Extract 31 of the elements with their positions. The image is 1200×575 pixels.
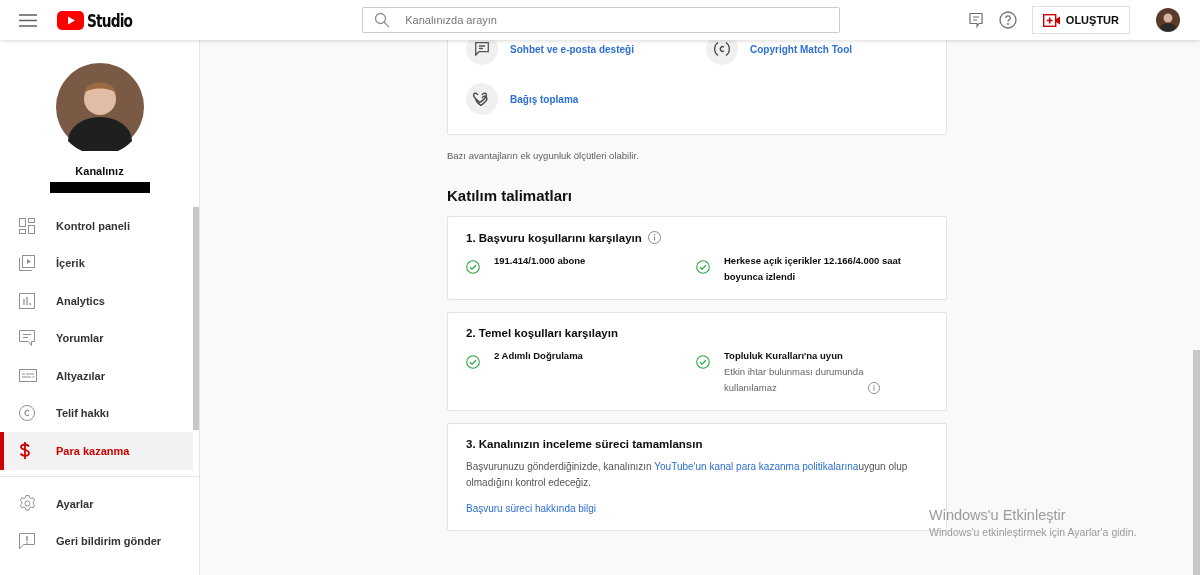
nav-item[interactable]: İçerik bbox=[0, 244, 193, 282]
create-button[interactable]: OLUŞTUR bbox=[1031, 6, 1130, 34]
activation-notice-title: Windows'u Etkinleştir bbox=[929, 507, 1067, 523]
section-heading: Katılım talimatları bbox=[447, 187, 574, 204]
benefit-link[interactable]: Bağış toplama bbox=[510, 93, 579, 105]
process-info-link[interactable]: Başvuru süreci hakkında bilgi bbox=[466, 503, 597, 514]
step-title: 3. Kanalınızın inceleme süreci tamamlansın bbox=[466, 438, 703, 450]
nav-item[interactable]: Para kazanma bbox=[0, 432, 193, 470]
benefit-link[interactable]: Copyright Match Tool bbox=[750, 43, 853, 55]
benefit-link[interactable]: Sohbet ve e-posta desteği bbox=[510, 43, 634, 55]
nav-item[interactable]: Telif hakkı bbox=[0, 394, 193, 432]
channel-label: Kanalınız bbox=[75, 165, 124, 177]
search-field[interactable]: Kanalınızda arayın bbox=[362, 7, 841, 33]
requirement-text: Herkese açık içerikler 12.166/4.000 saat boyunca izlendi bbox=[724, 254, 902, 284]
requirement-note: Etkin ihtar bulunması durumunda kullanılamaz bbox=[724, 365, 864, 395]
policy-link[interactable]: YouTube'un kanal para kazanma politikalarına bbox=[654, 461, 859, 472]
nav-item[interactable]: Yorumlar bbox=[0, 319, 193, 357]
requirement-text: Topluluk Kuralları'na uyun bbox=[724, 349, 844, 363]
logo-text: Studio bbox=[87, 9, 133, 31]
step-description: Başvurunuzu gönderdiğinizde, kanalınızın YouTube'un kanal para kazanma politikalarınauygun olup olmadığını kontrol edeceğiz. bbox=[466, 460, 909, 490]
nav-item[interactable]: Ayarlar bbox=[0, 485, 193, 523]
nav-item[interactable]: Kontrol paneli bbox=[0, 207, 193, 245]
activation-notice-text: Windows'u etkinleştirmek için Ayarlar'a gidin. bbox=[929, 526, 1137, 538]
nav-item[interactable]: Analytics bbox=[0, 282, 193, 320]
requirement-text: 191.414/1.000 abone bbox=[494, 254, 587, 268]
step-title: 1. Başvuru koşullarını karşılayın bbox=[466, 231, 642, 244]
eligibility-note: Bazı avantajların ek uygunluk ölçütleri olabilir. bbox=[447, 150, 640, 161]
nav-item[interactable]: Geri bildirim gönder bbox=[0, 522, 193, 560]
requirement-text: 2 Adımlı Doğrulama bbox=[494, 349, 584, 363]
step-title: 2. Temel koşulları karşılayın bbox=[466, 327, 618, 339]
nav-item[interactable]: Altyazılar bbox=[0, 357, 193, 395]
